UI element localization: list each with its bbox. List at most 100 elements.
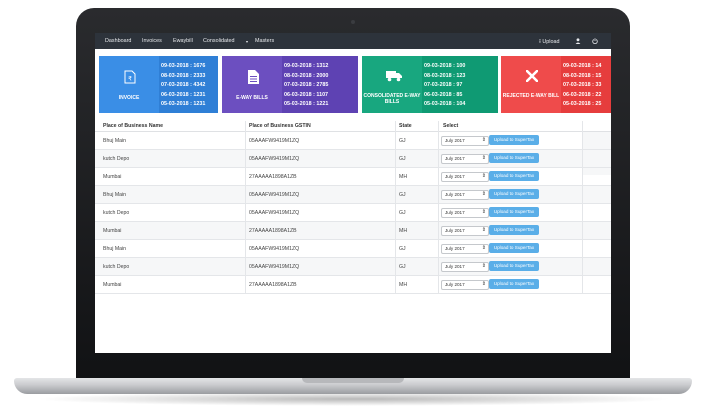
caret-down-icon[interactable]: ▾ — [246, 39, 248, 44]
invoice-card-panel: ₹ INVOICE — [99, 56, 159, 113]
laptop-shadow — [34, 392, 674, 406]
camera-icon — [351, 20, 355, 24]
nav-dashboard[interactable]: Dashboard — [105, 38, 131, 44]
month-select[interactable]: July 2017 ⇕ — [441, 154, 489, 164]
column-divider — [582, 121, 583, 294]
upload-supertax-button[interactable]: Upload to SuperTax — [489, 135, 539, 145]
truck-icon — [386, 70, 402, 84]
upload-menu[interactable]: ⭱ Upload — [539, 38, 559, 47]
upload-supertax-button[interactable]: Upload to SuperTax — [489, 225, 539, 235]
column-divider — [438, 121, 439, 294]
upload-supertax-button[interactable]: Upload to SuperTax — [489, 243, 539, 253]
month-select-value: July 2017 — [445, 174, 465, 179]
cell-name: kutch Depo — [103, 210, 130, 216]
consolidated-card-label: CONSOLIDATED E-WAY BILLS — [363, 93, 421, 105]
stat-line: 07-03-2018 : 2785 — [284, 82, 329, 89]
rejected-card[interactable]: REJECTED E-WAY BILL 09-03-2018 : 14 08-0… — [501, 56, 611, 113]
month-select-value: July 2017 — [445, 210, 465, 215]
upload-supertax-button[interactable]: Upload to SuperTax — [489, 153, 539, 163]
stat-line: 09-03-2018 : 1312 — [284, 63, 329, 69]
select-arrows-icon: ⇕ — [481, 191, 486, 197]
cell-gstin: 05AAAFW9419M1ZQ — [249, 264, 300, 270]
table-header: Place of Business Name Place of Business… — [95, 121, 611, 132]
stat-line: 09-03-2018 : 1676 — [161, 63, 206, 69]
stat-line: 05-03-2018 : 1221 — [284, 101, 329, 108]
stat-line: 07-03-2018 : 97 — [424, 82, 463, 89]
user-icon[interactable] — [575, 38, 581, 46]
upload-supertax-button[interactable]: Upload to SuperTax — [489, 207, 539, 217]
month-select[interactable]: July 2017 ⇕ — [441, 172, 489, 182]
header-state: State — [399, 123, 412, 129]
nav-invoices[interactable]: Invoices — [142, 38, 162, 44]
cell-name: Mumbai — [103, 228, 122, 234]
month-select[interactable]: July 2017 ⇕ — [441, 136, 489, 146]
stat-line: 08-03-2018 : 2000 — [284, 72, 329, 79]
stat-line: 08-03-2018 : 15 — [563, 72, 602, 79]
cell-state: MH — [399, 174, 408, 180]
cell-name: Bhuj Main — [103, 192, 127, 198]
stat-line: 09-03-2018 : 100 — [424, 63, 466, 69]
eway-card-label: E-WAY BILLS — [236, 95, 268, 101]
table-row: kutch Depo 05AAAFW9419M1ZQ GJ July 2017 ⇕… — [95, 150, 611, 168]
month-select-value: July 2017 — [445, 246, 465, 251]
select-arrows-icon: ⇕ — [481, 155, 486, 161]
invoice-card[interactable]: ₹ INVOICE 09-03-2018 : 1676 08-03-2018 :… — [99, 56, 218, 113]
upload-supertax-button[interactable]: Upload to SuperTax — [489, 189, 539, 199]
table-row: Bhuj Main 05AAAFW9419M1ZQ GJ July 2017 ⇕ … — [95, 186, 611, 204]
month-select[interactable]: July 2017 ⇕ — [441, 226, 489, 236]
select-arrows-icon: ⇕ — [481, 263, 486, 269]
table-row: Mumbai 27AAAAA1898A1ZB MH July 2017 ⇕ Upl… — [95, 276, 611, 294]
consolidated-card[interactable]: CONSOLIDATED E-WAY BILLS 09-03-2018 : 10… — [362, 56, 498, 113]
month-select-value: July 2017 — [445, 282, 465, 287]
month-select-value: July 2017 — [445, 192, 465, 197]
upload-supertax-button[interactable]: Upload to SuperTax — [489, 279, 539, 289]
cell-name: Mumbai — [103, 282, 122, 288]
nav-masters[interactable]: Masters — [255, 38, 274, 44]
invoice-card-stats: 09-03-2018 : 1676 08-03-2018 : 2333 07-0… — [159, 56, 218, 113]
month-select[interactable]: July 2017 ⇕ — [441, 280, 489, 290]
nav-consolidated[interactable]: Consolidated — [203, 38, 234, 44]
cell-name: Bhuj Main — [103, 138, 127, 144]
cell-state: GJ — [399, 192, 406, 198]
table-row: Mumbai 27AAAAA1898A1ZB MH July 2017 ⇕ Upl… — [95, 222, 611, 240]
cell-state: GJ — [399, 156, 406, 162]
cell-state: MH — [399, 228, 408, 234]
cell-gstin: 27AAAAA1898A1ZB — [249, 228, 297, 234]
upload-label: Upload — [542, 39, 560, 45]
cell-name: Bhuj Main — [103, 246, 127, 252]
eway-card-stats: 09-03-2018 : 1312 08-03-2018 : 2000 07-0… — [282, 56, 358, 113]
cell-state: MH — [399, 282, 408, 288]
header-gstin: Place of Business GSTIN — [249, 123, 311, 129]
stat-line: 08-03-2018 : 123 — [424, 72, 466, 79]
cell-gstin: 05AAAFW9419M1ZQ — [249, 192, 300, 198]
header-select: Select — [443, 123, 459, 129]
cell-state: GJ — [399, 138, 406, 144]
rejected-card-label: REJECTED E-WAY BILL — [502, 93, 560, 99]
power-icon[interactable] — [592, 38, 598, 46]
cell-gstin: 27AAAAA1898A1ZB — [249, 282, 297, 288]
laptop-screen: Dashboard Invoices Ewaybill Consolidated… — [95, 33, 611, 353]
month-select[interactable]: July 2017 ⇕ — [441, 244, 489, 254]
rejected-card-panel: REJECTED E-WAY BILL — [501, 56, 561, 113]
month-select[interactable]: July 2017 ⇕ — [441, 262, 489, 272]
cell-gstin: 05AAAFW9419M1ZQ — [249, 246, 300, 252]
stat-line: 05-03-2018 : 104 — [424, 101, 466, 108]
month-select[interactable]: July 2017 ⇕ — [441, 208, 489, 218]
svg-text:₹: ₹ — [128, 76, 132, 83]
eway-card-panel: E-WAY BILLS — [222, 56, 282, 113]
nav-ewaybill[interactable]: Ewaybill — [173, 38, 193, 44]
upload-supertax-button[interactable]: Upload to SuperTax — [489, 171, 539, 181]
month-select-value: July 2017 — [445, 138, 465, 143]
select-arrows-icon: ⇕ — [481, 227, 486, 233]
upload-supertax-button[interactable]: Upload to SuperTax — [489, 261, 539, 271]
month-select-value: July 2017 — [445, 156, 465, 161]
cell-gstin: 05AAAFW9419M1ZQ — [249, 210, 300, 216]
stat-line: 06-03-2018 : 1231 — [161, 91, 206, 98]
eway-bills-card[interactable]: E-WAY BILLS 09-03-2018 : 1312 08-03-2018… — [222, 56, 358, 113]
stat-line: 06-03-2018 : 22 — [563, 91, 602, 98]
month-select[interactable]: July 2017 ⇕ — [441, 190, 489, 200]
select-arrows-icon: ⇕ — [481, 245, 486, 251]
top-navbar: Dashboard Invoices Ewaybill Consolidated… — [95, 33, 611, 49]
stat-line: 07-03-2018 : 4342 — [161, 82, 206, 89]
rejected-card-stats: 09-03-2018 : 14 08-03-2018 : 15 07-03-20… — [561, 56, 611, 113]
